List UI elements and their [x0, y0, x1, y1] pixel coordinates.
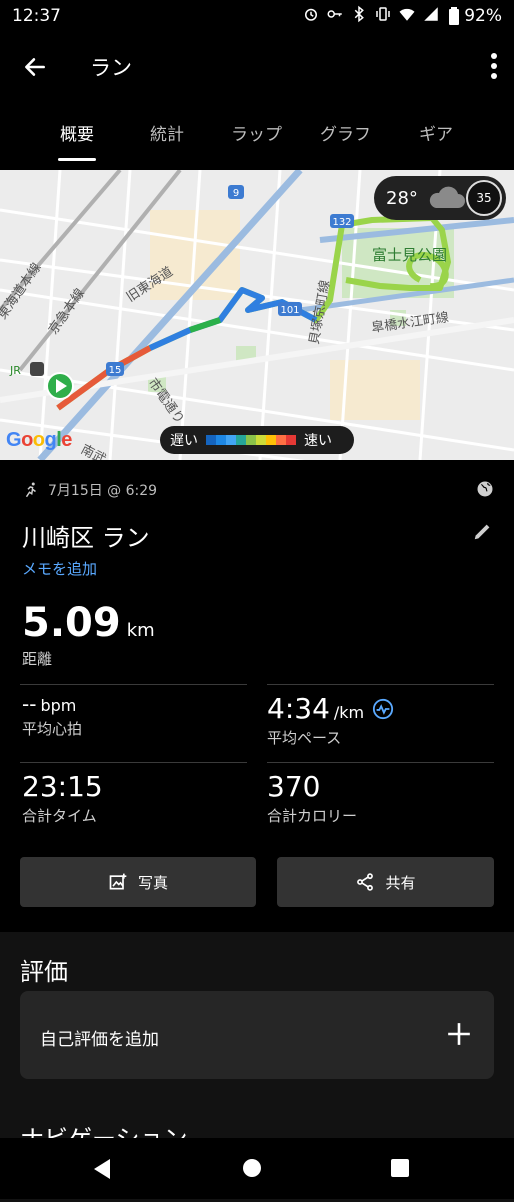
signal-icon — [424, 7, 438, 21]
pace-legend: 遅い 速い — [160, 426, 354, 454]
route-shield-101: 101 — [280, 305, 299, 316]
weather-badge: 28° 35 — [374, 176, 506, 220]
stat-value: 370 — [267, 770, 321, 803]
status-icons — [302, 5, 440, 23]
legend-swatch — [206, 435, 216, 445]
distance-unit: km — [126, 620, 155, 641]
back-arrow-icon[interactable] — [22, 54, 48, 80]
distance-label: 距離 — [22, 650, 53, 668]
pace-chart-icon[interactable] — [372, 698, 394, 720]
active-tab-indicator — [58, 158, 96, 161]
stat-value: 23:15 — [22, 770, 103, 803]
legend-swatch — [236, 435, 246, 445]
legend-swatch — [256, 435, 266, 445]
share-icon — [357, 873, 374, 891]
add-photo-button[interactable]: 写真 — [20, 857, 256, 907]
bluetooth-icon — [354, 5, 364, 23]
tab-summary[interactable]: 概要 — [60, 120, 94, 145]
add-photo-icon — [109, 873, 127, 890]
divider — [20, 684, 247, 685]
stat-avg-heart-rate: -- bpm 平均心拍 — [22, 692, 82, 739]
stat-unit: bpm — [40, 696, 77, 715]
share-label: 共有 — [385, 873, 416, 892]
stat-total-time: 23:15 合計タイム — [22, 770, 103, 826]
route-map[interactable]: JR 9 132 101 15 富士見公園 旧東海道 京急本線 東海道本線 市電… — [0, 170, 514, 460]
tab-graph[interactable]: グラフ — [320, 120, 371, 145]
stat-label: 合計カロリー — [267, 807, 358, 825]
stat-label: 平均ペース — [267, 729, 342, 747]
system-nav-bar — [0, 1138, 514, 1199]
tab-stats[interactable]: 統計 — [150, 120, 184, 145]
plus-icon[interactable] — [446, 1021, 472, 1047]
stat-label: 平均心拍 — [22, 720, 83, 738]
status-bar: 12:37 92% — [0, 0, 514, 34]
route-shield-132: 132 — [332, 217, 351, 228]
more-options-icon[interactable] — [490, 52, 498, 80]
divider — [20, 762, 247, 763]
pace-color-scale — [206, 435, 296, 445]
divider — [267, 684, 494, 685]
google-logo: Google — [6, 429, 72, 451]
tab-bar: 概要 統計 ラップ グラフ ギア — [0, 104, 514, 166]
nav-recents-icon[interactable] — [390, 1158, 410, 1178]
distance-value: 5.09 km — [22, 600, 155, 646]
battery-icon — [449, 7, 460, 25]
stat-label: 合計タイム — [22, 807, 97, 825]
add-photo-label: 写真 — [137, 873, 168, 892]
status-time: 12:37 — [12, 6, 61, 26]
legend-swatch — [276, 435, 286, 445]
add-memo-link[interactable]: メモを追加 — [22, 558, 97, 579]
app-bar: ラン — [0, 34, 514, 96]
cloud-icon — [429, 186, 465, 208]
stat-value: -- — [22, 692, 37, 716]
legend-swatch — [266, 435, 276, 445]
stat-value: 4:34 — [267, 692, 330, 725]
share-button[interactable]: 共有 — [277, 857, 494, 907]
stat-total-calories: 370 合計カロリー — [267, 770, 357, 826]
legend-swatch — [246, 435, 256, 445]
route-shield-9: 9 — [233, 188, 239, 199]
legend-swatch — [286, 435, 296, 445]
page-title: ラン — [90, 56, 132, 80]
svg-text:JR: JR — [9, 364, 21, 377]
battery: 92% — [448, 6, 502, 26]
tab-laps[interactable]: ラップ — [231, 120, 282, 145]
globe-icon[interactable] — [476, 480, 494, 498]
alarm-icon — [305, 8, 317, 21]
battery-percent: 92% — [464, 6, 502, 26]
legend-swatch — [226, 435, 236, 445]
rating-heading: 評価 — [20, 958, 68, 986]
divider — [267, 762, 494, 763]
activity-meta: 7月15日 @ 6:29 — [22, 480, 157, 500]
distance-number: 5.09 — [22, 600, 121, 646]
key-icon — [327, 10, 342, 18]
tab-gear[interactable]: ギア — [419, 120, 453, 145]
map-label-park: 富士見公園 — [372, 246, 447, 264]
legend-fast-label: 速い — [304, 433, 332, 449]
wifi-icon — [399, 8, 415, 21]
stat-unit: /km — [333, 703, 365, 722]
weather-temperature: 28° — [386, 187, 418, 209]
stat-avg-pace: 4:34/km 平均ペース — [267, 692, 394, 748]
activity-date: 7月15日 @ 6:29 — [48, 483, 158, 499]
add-self-rating-label: 自己評価を追加 — [40, 1030, 159, 1050]
vibrate-icon — [376, 7, 390, 21]
nav-back-icon[interactable] — [92, 1158, 112, 1180]
nav-home-icon[interactable] — [242, 1158, 262, 1178]
add-self-rating-card[interactable]: 自己評価を追加 — [20, 991, 494, 1079]
running-icon — [25, 482, 36, 498]
legend-swatch — [216, 435, 226, 445]
air-quality-index: 35 — [466, 180, 502, 216]
edit-pencil-icon[interactable] — [472, 520, 494, 542]
route-shield-15: 15 — [109, 365, 122, 376]
legend-slow-label: 遅い — [170, 433, 198, 449]
activity-title: 川崎区 ラン — [22, 524, 150, 552]
